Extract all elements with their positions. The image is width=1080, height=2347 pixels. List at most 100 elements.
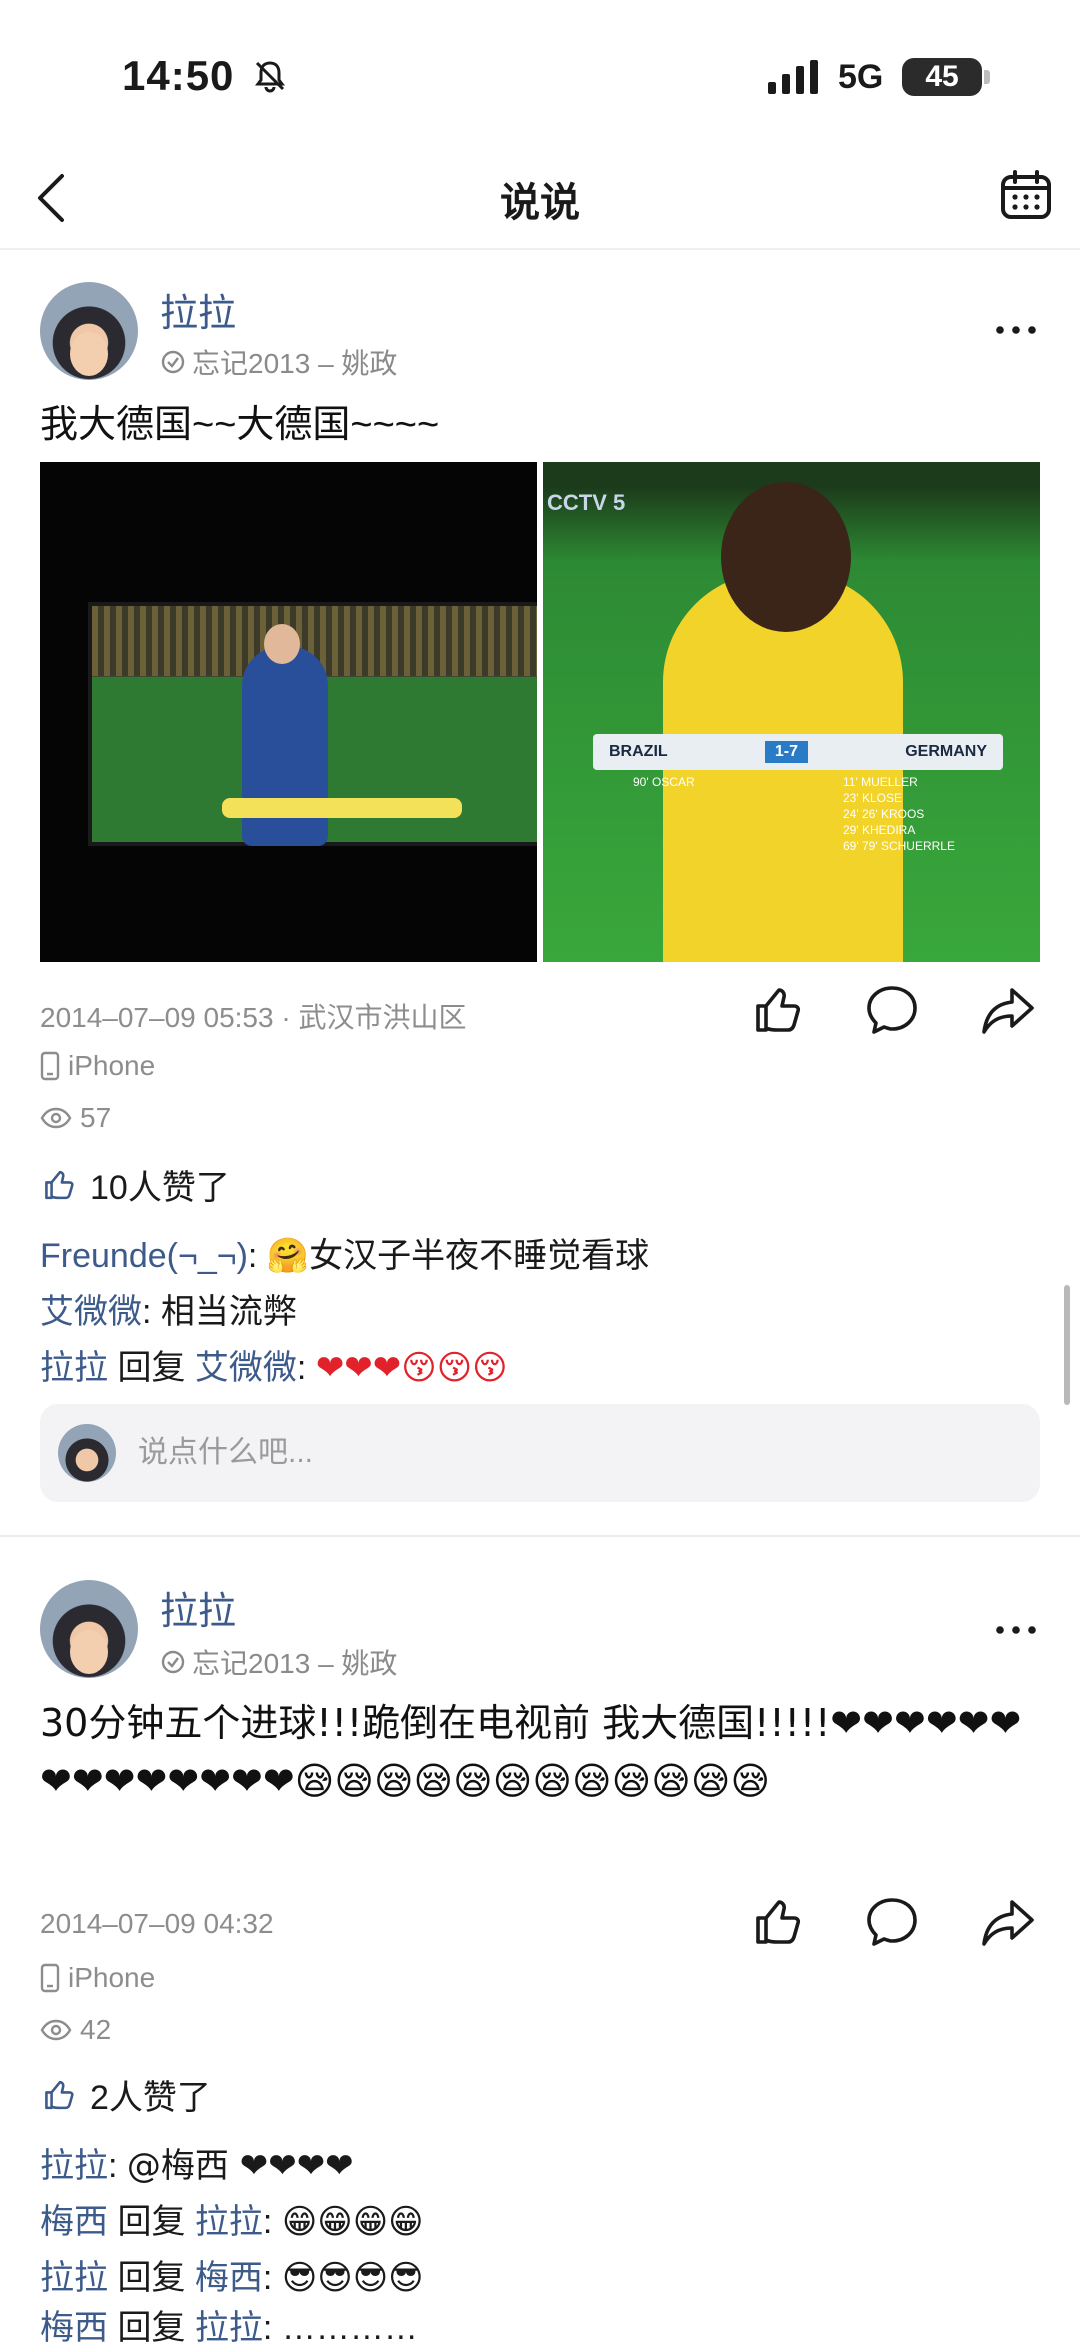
comment-icon[interactable] [864, 1894, 920, 1950]
reply-word: 回复 [108, 1349, 195, 1387]
page-title: 说说 [500, 181, 580, 225]
photo-tv-celebration[interactable] [40, 462, 537, 962]
eye-icon [40, 2019, 72, 2041]
commenter-name[interactable]: Freunde(¬_¬) [40, 1237, 248, 1275]
view-count: 57 [80, 1102, 112, 1133]
commenter-name[interactable]: 拉拉 [40, 2259, 108, 2297]
tv-channel-logo: CCTV 5 [547, 490, 626, 515]
vote-icon [161, 1650, 185, 1674]
like-icon[interactable] [748, 1894, 804, 1950]
commenter-name[interactable]: 艾微微 [40, 1293, 142, 1331]
post-likes[interactable]: 10人赞了 [40, 1160, 230, 1209]
device-name: iPhone [68, 1050, 156, 1081]
post-views: 57 [40, 1102, 111, 1134]
comment-sep: : [262, 2259, 282, 2297]
thumb-icon [45, 1170, 74, 1199]
share-icon[interactable] [980, 1894, 1036, 1950]
commenter-name[interactable]: 拉拉 [40, 1349, 108, 1387]
likes-text: 10人赞了 [90, 1169, 230, 1207]
post-text: 30分钟五个进球!!!跪倒在电视前 我大德国!!!!!❤❤❤❤❤❤❤❤❤❤❤❤❤… [40, 1701, 1022, 1803]
nav-bar: 说说 [0, 150, 1080, 250]
more-icon[interactable] [994, 320, 1038, 340]
like-icon[interactable] [748, 982, 804, 1038]
comment-sep: : [262, 2309, 282, 2347]
phone-icon [40, 1963, 60, 1993]
author-meta-text: 忘记2013 – 姚政 [192, 1648, 398, 1679]
comment-sep: : [296, 1349, 316, 1387]
post-time-location: 2014–07–09 05:53 · 武汉市洪山区 [40, 1002, 467, 1033]
comment-text: ❤❤❤😚😚😚 [315, 1348, 508, 1388]
bell-muted-icon [255, 61, 285, 93]
more-icon[interactable] [994, 1620, 1038, 1640]
comment: 艾微微: 相当流弊 [40, 1284, 297, 1333]
comment-sep: : [247, 1237, 267, 1275]
author-name[interactable]: 拉拉 [160, 1580, 236, 1635]
final-score: 1-7 [764, 741, 808, 763]
reply-to-name[interactable]: 艾微微 [195, 1349, 297, 1387]
reply-to-name[interactable]: 梅西 [195, 2259, 263, 2297]
score-overlay [222, 798, 462, 818]
scoreboard: BRAZIL 1-7 GERMANY [593, 734, 1003, 770]
player-head [721, 482, 851, 632]
reply-word: 回复 [108, 2309, 195, 2347]
avatar [58, 1424, 116, 1482]
author-meta: 忘记2013 – 姚政 [160, 1642, 397, 1682]
vote-icon [161, 350, 185, 374]
away-team: GERMANY [905, 743, 987, 760]
post-views: 42 [40, 2014, 111, 2046]
status-time: 14:50 [122, 52, 235, 99]
phone-icon [40, 1051, 60, 1081]
comment-text: @梅西 ❤❤❤❤ [126, 2146, 354, 2186]
comment: Freunde(¬_¬): 🤗女汉子半夜不睡觉看球 [40, 1228, 649, 1277]
comment-sep: : [108, 2147, 127, 2185]
status-bar: 14:50 5G 45 [0, 0, 1080, 150]
view-count: 42 [80, 2014, 112, 2045]
post-text: 我大德国~~大德国~~~~ [40, 404, 440, 446]
comment-text: 🤗女汉子半夜不睡觉看球 [266, 1236, 650, 1276]
comment-text: 相当流弊 [160, 1293, 297, 1331]
home-team: BRAZIL [609, 743, 668, 760]
battery-cap [984, 70, 990, 84]
post-divider [0, 1535, 1080, 1537]
calendar-icon[interactable] [998, 168, 1054, 224]
tv-screen [88, 602, 537, 846]
post-device: iPhone [40, 1050, 155, 1082]
battery-icon: 45 [902, 58, 982, 96]
network-type: 5G [838, 58, 884, 96]
reply-to-name[interactable]: 拉拉 [195, 2309, 263, 2347]
thumb-icon [45, 2080, 74, 2109]
eye-icon [40, 1107, 72, 1129]
comment-box[interactable] [40, 1404, 1040, 1502]
comment: 梅西 回复 拉拉: 😁😁😁😁 [40, 2194, 424, 2243]
comment-text: 😎😎😎😎 [281, 2258, 424, 2298]
likes-text: 2人赞了 [90, 2079, 211, 2117]
author-name[interactable]: 拉拉 [160, 282, 236, 337]
comment: 拉拉 回复 艾微微: ❤❤❤😚😚😚 [40, 1340, 508, 1389]
avatar[interactable] [40, 282, 138, 380]
device-name: iPhone [68, 1962, 156, 1993]
comment: 梅西 回复 拉拉: ………… [40, 2300, 418, 2347]
post-time: 2014–07–09 04:32 [40, 1908, 274, 1939]
commenter-name[interactable]: 梅西 [40, 2309, 108, 2347]
scorers-away: 11' MUELLER 23' KLOSE 24' 26' KROOS 29' … [843, 775, 955, 853]
comment-sep: : [142, 1293, 161, 1331]
reply-word: 回复 [108, 2259, 195, 2297]
post-likes[interactable]: 2人赞了 [40, 2070, 211, 2119]
comment-sep: : [262, 2203, 282, 2241]
comment-text: ………… [281, 2309, 418, 2347]
comment-icon[interactable] [864, 982, 920, 1038]
reply-to-name[interactable]: 拉拉 [195, 2203, 263, 2241]
comment-input[interactable] [138, 1404, 998, 1502]
author-meta: 忘记2013 – 姚政 [160, 342, 397, 382]
reply-word: 回复 [108, 2203, 195, 2241]
share-icon[interactable] [980, 982, 1036, 1038]
photo-tv-scoreboard[interactable]: CCTV 5 BRAZIL 1-7 GERMANY 90' OSCAR 11' … [543, 462, 1040, 962]
scrollbar[interactable] [1064, 1285, 1070, 1405]
commenter-name[interactable]: 梅西 [40, 2203, 108, 2241]
signal-icon [768, 60, 818, 94]
author-meta-text: 忘记2013 – 姚政 [192, 348, 398, 379]
avatar[interactable] [40, 1580, 138, 1678]
commenter-name[interactable]: 拉拉 [40, 2147, 108, 2185]
post-device: iPhone [40, 1962, 155, 1994]
comment: 拉拉: @梅西 ❤❤❤❤ [40, 2138, 354, 2187]
